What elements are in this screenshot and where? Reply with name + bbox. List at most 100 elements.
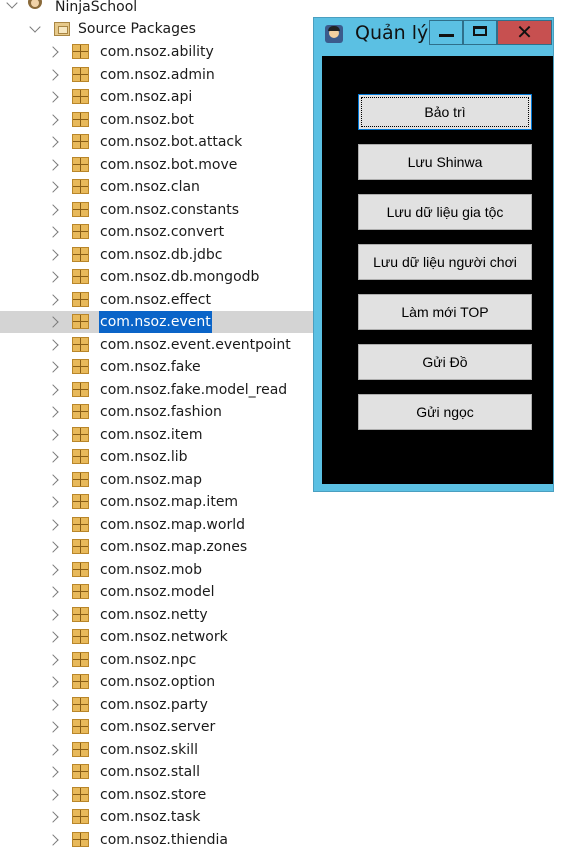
gui-do-button[interactable]: Gửi Đồ	[358, 344, 532, 380]
package-label: com.nsoz.mob	[100, 562, 202, 578]
package-node[interactable]: com.nsoz.network	[0, 626, 313, 648]
chevron-right-icon[interactable]	[47, 159, 59, 171]
close-icon: ✕	[516, 20, 533, 44]
chevron-right-icon[interactable]	[47, 699, 59, 711]
chevron-right-icon[interactable]	[47, 384, 59, 396]
chevron-right-icon[interactable]	[47, 69, 59, 81]
package-node[interactable]: com.nsoz.netty	[0, 604, 313, 626]
package-node[interactable]: com.nsoz.ability	[0, 41, 313, 63]
package-node[interactable]: com.nsoz.event	[0, 311, 313, 333]
chevron-right-icon[interactable]	[47, 204, 59, 216]
chevron-right-icon[interactable]	[47, 114, 59, 126]
chevron-right-icon[interactable]	[47, 564, 59, 576]
chevron-down-icon[interactable]	[6, 0, 18, 9]
package-label: com.nsoz.fake.model_read	[100, 382, 288, 398]
chevron-right-icon[interactable]	[47, 586, 59, 598]
chevron-right-icon[interactable]	[47, 294, 59, 306]
package-node[interactable]: com.nsoz.admin	[0, 64, 313, 86]
package-label: com.nsoz.effect	[100, 292, 211, 308]
source-packages-node[interactable]: Source Packages	[0, 18, 313, 40]
maximize-button[interactable]	[463, 20, 497, 45]
package-node[interactable]: com.nsoz.bot	[0, 109, 313, 131]
package-node[interactable]: com.nsoz.bot.attack	[0, 131, 313, 153]
chevron-right-icon[interactable]	[47, 406, 59, 418]
package-node[interactable]: com.nsoz.fashion	[0, 401, 313, 423]
package-node[interactable]: com.nsoz.map.world	[0, 514, 313, 536]
chevron-right-icon[interactable]	[47, 496, 59, 508]
chevron-right-icon[interactable]	[47, 474, 59, 486]
package-node[interactable]: com.nsoz.map	[0, 469, 313, 491]
package-node[interactable]: com.nsoz.db.jdbc	[0, 244, 313, 266]
package-icon	[72, 472, 89, 487]
chevron-right-icon[interactable]	[47, 789, 59, 801]
package-node[interactable]: com.nsoz.model	[0, 581, 313, 603]
package-node[interactable]: com.nsoz.event.eventpoint	[0, 334, 313, 356]
package-node[interactable]: com.nsoz.party	[0, 694, 313, 716]
package-node[interactable]: com.nsoz.convert	[0, 221, 313, 243]
package-icon	[72, 809, 89, 824]
minimize-button[interactable]	[429, 20, 463, 45]
chevron-down-icon[interactable]	[29, 21, 41, 33]
package-icon	[72, 337, 89, 352]
package-node[interactable]: com.nsoz.skill	[0, 739, 313, 761]
chevron-right-icon[interactable]	[47, 519, 59, 531]
luu-du-lieu-nguoi-choi-button[interactable]: Lưu dữ liệu người chơi	[358, 244, 532, 280]
chevron-right-icon[interactable]	[47, 429, 59, 441]
chevron-right-icon[interactable]	[47, 834, 59, 846]
package-icon	[72, 247, 89, 262]
package-label: com.nsoz.fake	[100, 359, 201, 375]
package-node[interactable]: com.nsoz.item	[0, 424, 313, 446]
chevron-right-icon[interactable]	[47, 766, 59, 778]
chevron-right-icon[interactable]	[47, 654, 59, 666]
chevron-right-icon[interactable]	[47, 226, 59, 238]
package-icon	[72, 157, 89, 172]
chevron-right-icon[interactable]	[47, 46, 59, 58]
package-node[interactable]: com.nsoz.task	[0, 806, 313, 828]
chevron-right-icon[interactable]	[47, 631, 59, 643]
chevron-right-icon[interactable]	[47, 249, 59, 261]
chevron-right-icon[interactable]	[47, 339, 59, 351]
chevron-right-icon[interactable]	[47, 361, 59, 373]
chevron-right-icon[interactable]	[47, 316, 59, 328]
package-node[interactable]: com.nsoz.fake.model_read	[0, 379, 313, 401]
chevron-right-icon[interactable]	[47, 721, 59, 733]
luu-shinwa-button[interactable]: Lưu Shinwa	[358, 144, 532, 180]
package-node[interactable]: com.nsoz.server	[0, 716, 313, 738]
package-node[interactable]: com.nsoz.stall	[0, 761, 313, 783]
bao-tri-button[interactable]: Bảo trì	[358, 94, 532, 130]
chevron-right-icon[interactable]	[47, 91, 59, 103]
package-node[interactable]: com.nsoz.npc	[0, 649, 313, 671]
chevron-right-icon[interactable]	[47, 609, 59, 621]
package-node[interactable]: com.nsoz.api	[0, 86, 313, 108]
package-node[interactable]: com.nsoz.fake	[0, 356, 313, 378]
chevron-right-icon[interactable]	[47, 744, 59, 756]
package-node[interactable]: com.nsoz.lib	[0, 446, 313, 468]
luu-du-lieu-gia-toc-button[interactable]: Lưu dữ liệu gia tộc	[358, 194, 532, 230]
chevron-right-icon[interactable]	[47, 136, 59, 148]
package-node[interactable]: com.nsoz.bot.move	[0, 154, 313, 176]
project-node[interactable]: NinjaSchool	[0, 0, 313, 18]
package-node[interactable]: com.nsoz.option	[0, 671, 313, 693]
window-titlebar[interactable]: Quản lý ✕	[314, 18, 553, 48]
gui-ngoc-button[interactable]: Gửi ngọc	[358, 394, 532, 430]
package-node[interactable]: com.nsoz.clan	[0, 176, 313, 198]
package-node[interactable]: com.nsoz.effect	[0, 289, 313, 311]
chevron-right-icon[interactable]	[47, 811, 59, 823]
lam-moi-top-button[interactable]: Làm mới TOP	[358, 294, 532, 330]
package-node[interactable]: com.nsoz.map.zones	[0, 536, 313, 558]
chevron-right-icon[interactable]	[47, 271, 59, 283]
chevron-right-icon[interactable]	[47, 451, 59, 463]
package-node[interactable]: com.nsoz.thiendia	[0, 829, 313, 851]
package-icon	[72, 382, 89, 397]
close-button[interactable]: ✕	[497, 20, 552, 45]
chevron-right-icon[interactable]	[47, 541, 59, 553]
package-node[interactable]: com.nsoz.store	[0, 784, 313, 806]
chevron-right-icon[interactable]	[47, 676, 59, 688]
package-node[interactable]: com.nsoz.constants	[0, 199, 313, 221]
package-node[interactable]: com.nsoz.mob	[0, 559, 313, 581]
package-node[interactable]: com.nsoz.map.item	[0, 491, 313, 513]
package-node[interactable]: com.nsoz.db.mongodb	[0, 266, 313, 288]
package-label: com.nsoz.fashion	[100, 404, 222, 420]
package-label: com.nsoz.event	[99, 311, 212, 333]
chevron-right-icon[interactable]	[47, 181, 59, 193]
